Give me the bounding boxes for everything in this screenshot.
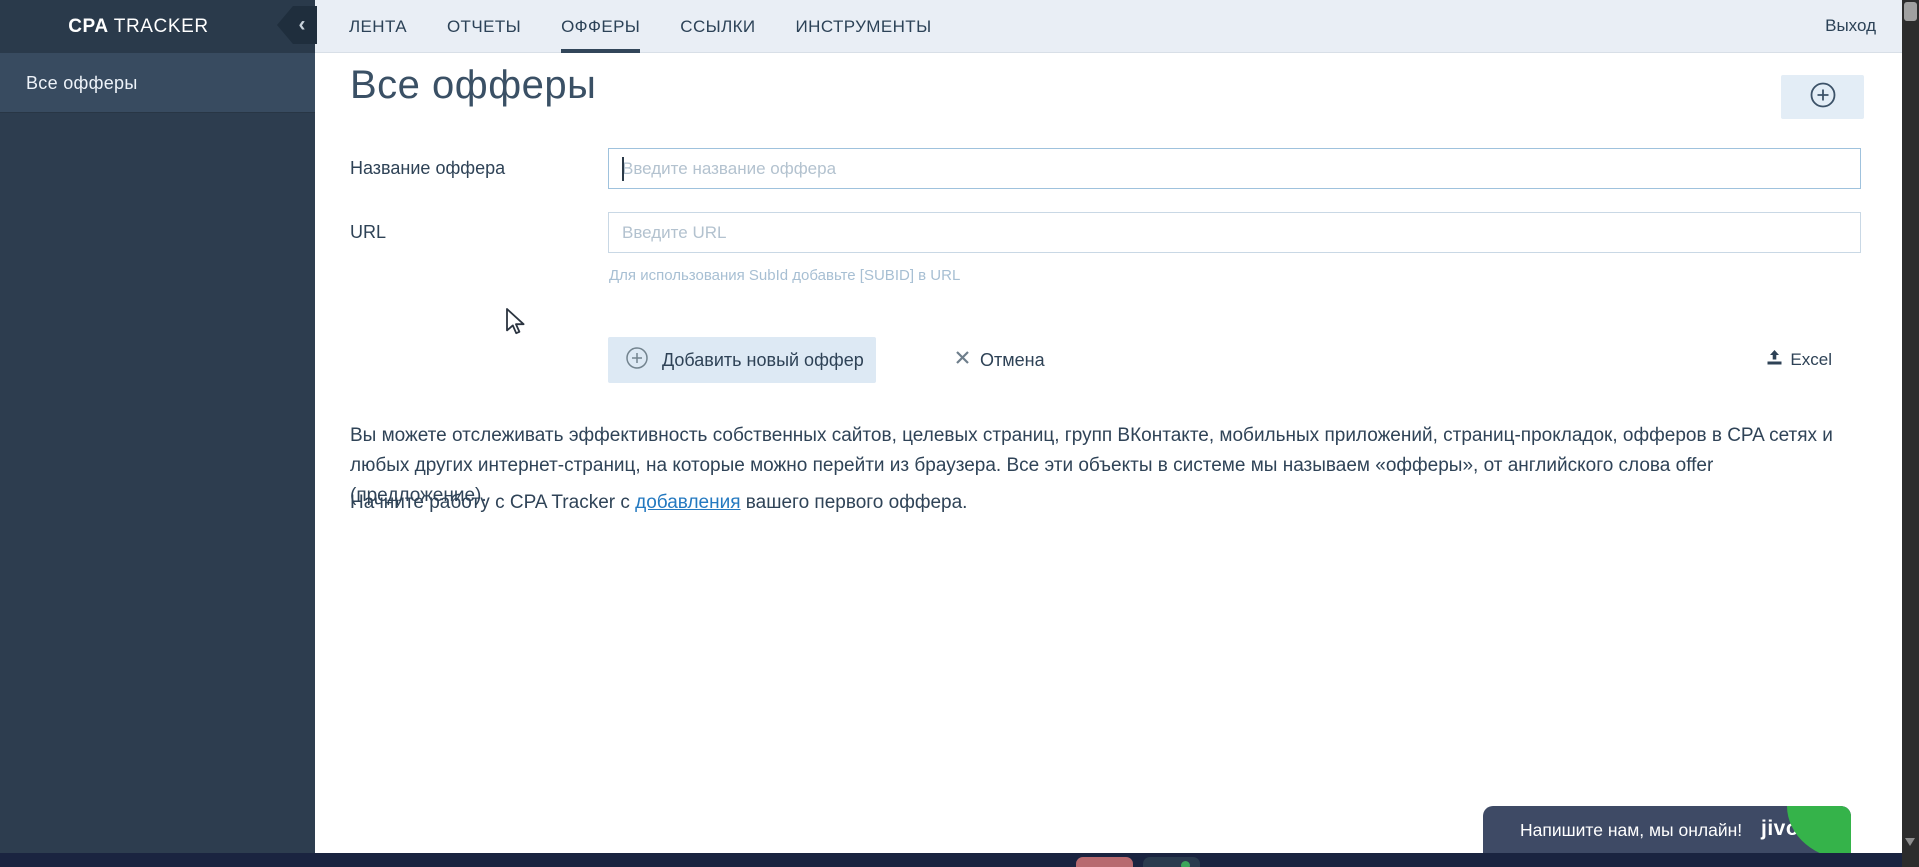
excel-label: Excel [1790, 350, 1832, 369]
chat-message: Напишите нам, мы онлайн! [1520, 820, 1743, 840]
cancel-label: Отмена [980, 349, 1045, 370]
taskbar-strip [0, 853, 1919, 867]
cancel-button[interactable]: Отмена [955, 337, 1045, 383]
tab-otchety[interactable]: ОТЧЕТЫ [447, 0, 521, 53]
scrollbar-thumb[interactable] [1904, 2, 1917, 21]
add-offer-link[interactable]: добавления [635, 492, 740, 513]
tab-lenta[interactable]: ЛЕНТА [349, 0, 407, 53]
offer-name-input[interactable] [608, 148, 1861, 189]
tab-offery[interactable]: ОФФЕРЫ [561, 0, 641, 53]
taskbar-red-button[interactable] [1076, 857, 1133, 867]
text-caret [622, 157, 624, 181]
offer-name-label: Название оффера [350, 158, 506, 178]
sidebar: Все офферы [0, 53, 315, 853]
add-offer-submit-label: Добавить новый оффер [662, 349, 864, 370]
topbar-brand-area: CPA TRACKER [0, 0, 315, 53]
green-dot-icon [1181, 861, 1190, 867]
leaf-icon [1787, 806, 1851, 860]
vertical-scrollbar [1902, 0, 1919, 867]
excel-export-button[interactable]: Excel [1766, 348, 1832, 372]
tab-instrumenty[interactable]: ИНСТРУМЕНТЫ [796, 0, 932, 53]
page-title: Все офферы [350, 63, 597, 107]
logout-link[interactable]: Выход [1825, 16, 1876, 36]
top-navigation: ЛЕНТА ОТЧЕТЫ ОФФЕРЫ ССЫЛКИ ИНСТРУМЕНТЫ В… [315, 0, 1902, 53]
subid-hint: Для использования SubId добавьте [SUBID]… [609, 267, 961, 284]
plus-circle-icon [1809, 81, 1837, 114]
offer-url-input[interactable] [608, 212, 1861, 253]
main-content: Все офферы Название оффера URL Для испол… [315, 53, 1902, 853]
add-offer-top-button[interactable] [1781, 75, 1864, 119]
tab-ssylki[interactable]: ССЫЛКИ [680, 0, 755, 53]
app-logo-rest: TRACKER [113, 15, 209, 37]
taskbar-dark-button[interactable] [1143, 857, 1200, 867]
getting-started-paragraph: Начните работу с CPA Tracker с добавлени… [350, 492, 967, 514]
close-icon [955, 350, 970, 370]
getting-started-prefix: Начните работу с CPA Tracker с [350, 492, 636, 513]
scroll-down-arrow-icon[interactable] [1905, 838, 1915, 846]
plus-circle-icon [625, 346, 649, 375]
app-logo: CPA TRACKER [68, 16, 247, 38]
app-logo-bold: CPA [68, 15, 109, 37]
chevron-left-icon: ‹ [298, 13, 306, 36]
sidebar-item-all-offers[interactable]: Все офферы [0, 53, 315, 113]
getting-started-suffix: вашего первого оффера. [740, 492, 968, 513]
upload-icon [1766, 349, 1783, 371]
add-offer-submit-button[interactable]: Добавить новый оффер [608, 337, 876, 383]
offer-url-label: URL [350, 222, 387, 242]
